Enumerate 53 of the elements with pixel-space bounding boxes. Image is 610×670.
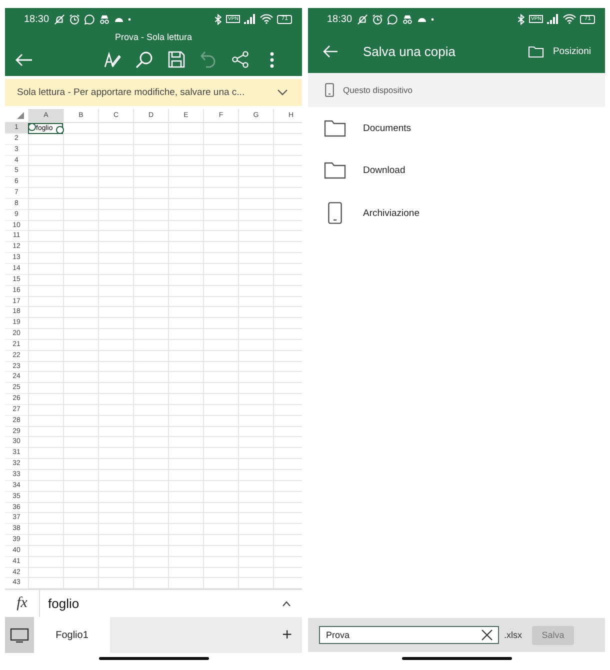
location-label: Questo dispositivo [343,85,412,95]
alarm-clock-icon [372,14,384,24]
selection-handle[interactable] [56,126,64,134]
share-icon[interactable] [232,51,248,68]
chat-icon [387,14,398,24]
save-icon[interactable] [168,51,184,68]
chevron-icon[interactable] [282,600,291,606]
more-options-icon[interactable] [270,52,274,68]
chat-icon [84,14,96,24]
formula-field[interactable]: foglio [40,596,282,611]
folder-icon [528,46,544,58]
add-sheet-button[interactable]: + [282,625,302,645]
clear-icon[interactable] [481,629,493,641]
search-icon[interactable] [135,50,153,68]
folder-icon [324,162,346,180]
wifi-icon [260,14,274,24]
pen-icon[interactable] [103,50,121,68]
sheet-tab[interactable]: Foglio1 [34,617,110,653]
bluetooth-icon [214,14,222,24]
monitor-icon [10,628,29,642]
bell-off-icon [357,14,368,24]
back-arrow-icon[interactable] [15,52,33,66]
document-title: Prova - Sola lettura [5,30,302,43]
locations-button[interactable]: Posizioni [528,46,591,58]
dot-icon [431,18,434,20]
location-item[interactable]: Archiviazione [308,192,605,234]
cloud-icon [417,15,428,23]
sheet-view-button[interactable] [5,617,34,653]
cloud-icon [114,15,124,23]
back-arrow-icon[interactable] [323,45,338,58]
screen-title: Salva una copia [363,44,456,59]
banner-text: Sola lettura - Per apportare modifiche, salvare una c... [17,87,246,98]
clock-time: 18:30 [327,14,352,24]
corner-triangle-icon [17,112,24,119]
phone-icon [325,83,334,97]
file-extension: .xlsx [504,630,522,640]
alarm-clock-icon [69,14,80,24]
bell-off-icon [54,14,66,24]
location-item[interactable]: Download [308,150,605,192]
incognito-icon [99,14,110,24]
signal-icon [244,14,256,24]
chevron-icon[interactable] [277,89,288,96]
read-only-banner[interactable]: Sola lettura - Per apportare modifiche, salvare una c... [5,79,302,106]
dot-icon [128,18,132,20]
incognito-icon [402,14,414,24]
signal-icon [547,14,560,24]
select-all-corner[interactable] [5,109,28,123]
file-name-field[interactable]: Prova [319,626,499,644]
clock-time: 18:30 [24,14,50,24]
wifi-icon [563,14,576,24]
folder-icon [324,120,346,137]
location-item[interactable]: Documents [308,107,605,150]
bluetooth-icon [517,14,526,24]
